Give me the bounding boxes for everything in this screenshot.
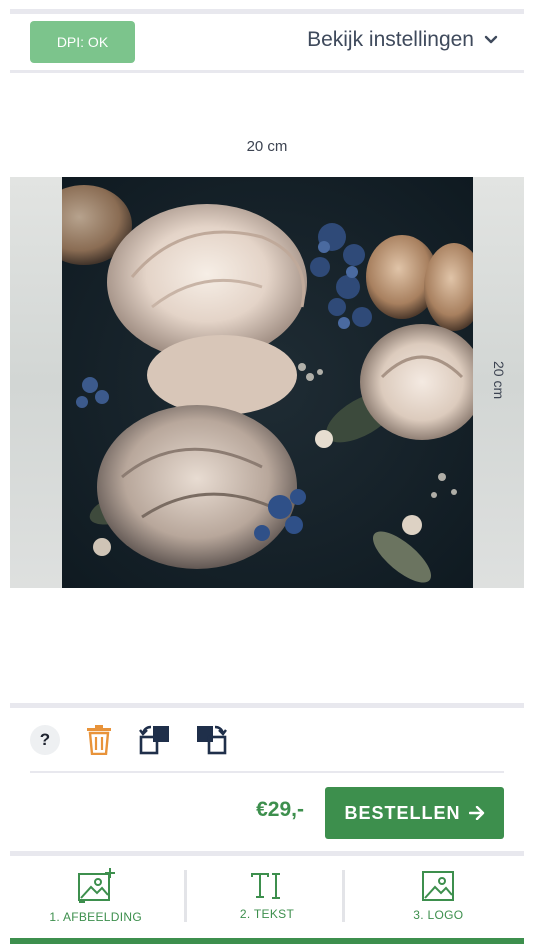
active-step-bar <box>10 938 524 944</box>
tabs-divider <box>10 851 524 856</box>
toolbar-divider <box>10 703 524 708</box>
rotate-right-button[interactable] <box>194 723 228 757</box>
settings-toggle-label: Bekijk instellingen <box>307 28 474 51</box>
tab-text-label: 2. TEKST <box>239 907 295 921</box>
rotate-right-icon <box>197 725 227 755</box>
image-add-icon <box>77 868 115 903</box>
print-canvas[interactable]: 20 cm <box>10 177 524 588</box>
rotate-left-button[interactable] <box>138 723 172 757</box>
top-bar: DPI: OK Bekijk instellingen <box>10 14 524 70</box>
price-value: €29,- <box>256 798 304 821</box>
chevron-down-icon <box>484 35 498 44</box>
tab-text[interactable]: 2. TEKST <box>181 858 352 934</box>
delete-button[interactable] <box>82 723 116 757</box>
image-icon <box>422 871 455 901</box>
width-dimension-label: 20 cm <box>246 138 288 155</box>
rotate-left-icon <box>139 725 169 755</box>
edit-toolbar: ? <box>30 718 228 762</box>
arrow-right-icon <box>468 806 484 820</box>
price-divider <box>30 771 504 773</box>
floral-photo-graphic <box>62 177 473 588</box>
tab-logo[interactable]: 3. LOGO <box>353 858 524 934</box>
floral-photo[interactable] <box>62 177 473 588</box>
text-cursor-icon <box>250 873 280 899</box>
bleed-area-left <box>10 177 62 588</box>
order-button-label: BESTELLEN <box>344 802 461 823</box>
settings-toggle[interactable]: Bekijk instellingen <box>307 28 498 52</box>
help-button[interactable]: ? <box>30 725 60 755</box>
step-tabs: 1. AFBEELDING 2. TEKST 3. LOGO <box>10 858 524 934</box>
tab-logo-label: 3. LOGO <box>413 908 464 922</box>
header-divider <box>10 70 524 73</box>
tab-image-label: 1. AFBEELDING <box>49 910 142 924</box>
trash-icon <box>87 725 111 755</box>
order-button[interactable]: BESTELLEN <box>325 787 504 839</box>
tab-separator <box>342 870 345 922</box>
height-dimension-label: 20 cm <box>491 361 507 400</box>
tab-image[interactable]: 1. AFBEELDING <box>10 858 181 934</box>
dpi-status-badge: DPI: OK <box>30 21 135 63</box>
